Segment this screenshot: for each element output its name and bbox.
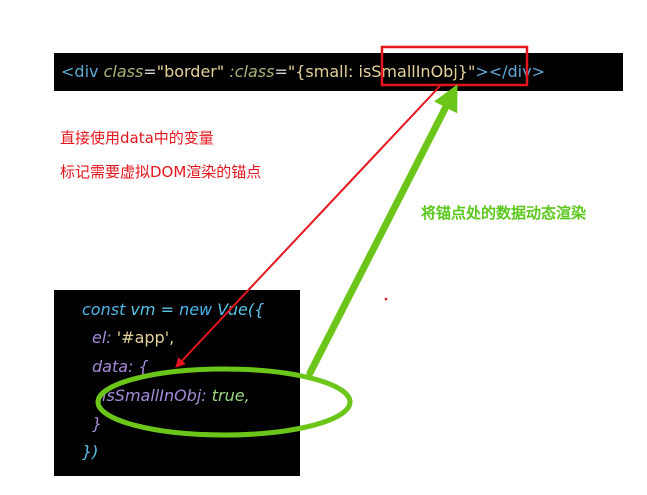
annotation-overlay <box>95 45 529 438</box>
red-arrow <box>175 85 441 368</box>
highlight-box <box>380 45 529 87</box>
green-highlight-ellipse <box>95 366 353 438</box>
green-arrow <box>306 84 458 377</box>
red-dot <box>384 297 388 301</box>
